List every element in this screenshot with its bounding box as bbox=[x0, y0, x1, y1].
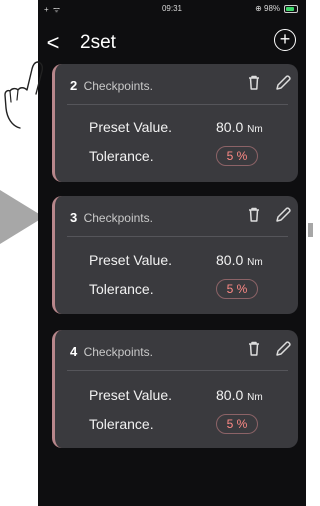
checkpoint-label: Checkpoints. bbox=[83, 345, 153, 359]
checkpoint-number: 3 bbox=[70, 210, 78, 225]
hand-pointer-icon bbox=[4, 61, 44, 129]
edit-pencil-icon[interactable] bbox=[273, 73, 293, 93]
tolerance-badge[interactable]: 5 % bbox=[216, 279, 258, 299]
preset-label: Preset Value. bbox=[89, 387, 173, 403]
edit-pencil-icon[interactable] bbox=[273, 205, 293, 225]
checkpoint-number: 4 bbox=[70, 344, 78, 359]
trash-icon[interactable] bbox=[244, 73, 264, 93]
trash-icon[interactable] bbox=[244, 205, 264, 225]
battery-percent: ⊕ 98% bbox=[255, 4, 280, 13]
card-divider bbox=[67, 236, 288, 237]
edit-pencil-icon[interactable] bbox=[273, 339, 293, 359]
checkpoint-card[interactable]: 3 Checkpoints. Preset Value. 80.0 Nm Tol… bbox=[52, 196, 298, 314]
card-header: 2 Checkpoints. bbox=[70, 78, 153, 93]
battery-icon bbox=[284, 4, 298, 13]
right-side-marker bbox=[308, 223, 313, 237]
card-header: 4 Checkpoints. bbox=[70, 344, 153, 359]
card-header: 3 Checkpoints. bbox=[70, 210, 153, 225]
card-divider bbox=[67, 104, 288, 105]
preset-label: Preset Value. bbox=[89, 119, 173, 135]
tolerance-badge[interactable]: 5 % bbox=[216, 414, 258, 434]
preset-label: Preset Value. bbox=[89, 252, 173, 268]
checkpoint-number: 2 bbox=[70, 78, 78, 93]
tolerance-badge[interactable]: 5 % bbox=[216, 146, 258, 166]
back-button[interactable]: < bbox=[40, 30, 66, 56]
nav-bar: < 2set + bbox=[38, 22, 306, 64]
status-bar: + ᯤ 09:31 ⊕ 98% bbox=[38, 0, 306, 18]
trash-icon[interactable] bbox=[244, 339, 264, 359]
card-divider bbox=[67, 370, 288, 371]
preset-value: 80.0 Nm bbox=[216, 119, 263, 135]
page-title: 2set bbox=[80, 32, 116, 53]
checkpoint-label: Checkpoints. bbox=[83, 211, 153, 225]
checkpoint-card[interactable]: 4 Checkpoints. Preset Value. 80.0 Nm Tol… bbox=[52, 330, 298, 448]
preset-value: 80.0 Nm bbox=[216, 252, 263, 268]
checkpoint-label: Checkpoints. bbox=[83, 79, 153, 93]
tolerance-label: Tolerance. bbox=[89, 148, 154, 164]
tolerance-label: Tolerance. bbox=[89, 416, 154, 432]
tolerance-label: Tolerance. bbox=[89, 281, 154, 297]
add-button[interactable]: + bbox=[274, 29, 296, 51]
checkpoint-card[interactable]: 2 Checkpoints. Preset Value. 80.0 Nm Tol… bbox=[52, 64, 298, 182]
phone-screen: + ᯤ 09:31 ⊕ 98% < 2set + 2 Checkpoints. … bbox=[38, 0, 306, 506]
preset-value: 80.0 Nm bbox=[216, 387, 263, 403]
